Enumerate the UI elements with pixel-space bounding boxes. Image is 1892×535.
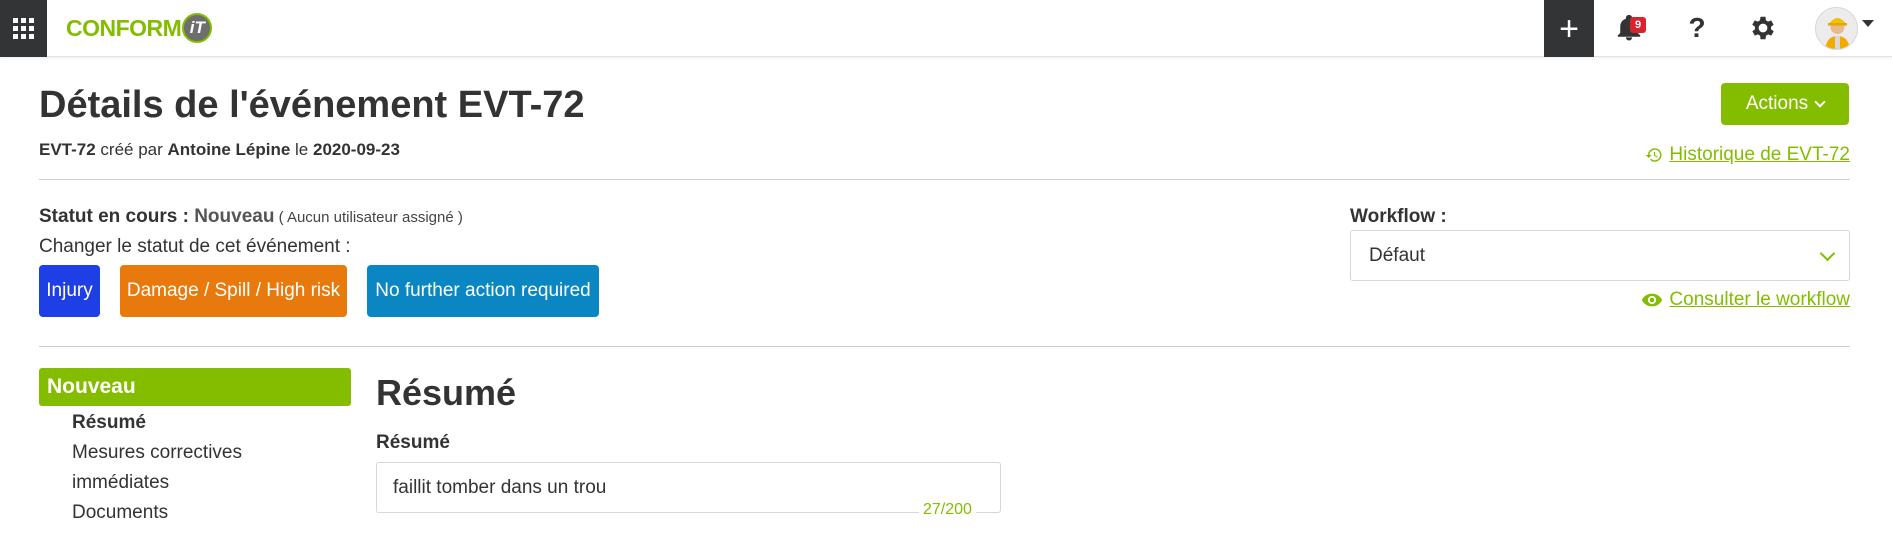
status-assignee-note: ( Aucun utilisateur assigné ) [274, 209, 463, 226]
workflow-selected-value: Défaut [1369, 244, 1425, 266]
event-meta: EVT-72 créé par Antoine Lépine le 2020-0… [39, 140, 400, 160]
summary-field-label: Résumé [376, 432, 450, 453]
help-icon[interactable]: ? [1682, 12, 1712, 44]
change-status-label: Changer le statut de cet événement : [39, 236, 351, 257]
user-menu-caret-icon[interactable] [1862, 20, 1874, 27]
nav-item-mesures-correctives-cont[interactable]: immédiates [72, 472, 169, 494]
section-title: Résumé [376, 372, 517, 413]
meta-created-by-text: créé par [95, 140, 168, 159]
view-workflow-label: Consulter le workflow [1669, 289, 1850, 310]
summary-input[interactable]: faillit tomber dans un trou [376, 462, 1001, 513]
nav-section-nouveau[interactable]: Nouveau [39, 368, 351, 406]
view-workflow-link[interactable]: Consulter le workflow [1641, 289, 1850, 311]
chevron-down-icon [1814, 96, 1826, 108]
workflow-select[interactable]: Défaut [1350, 230, 1850, 281]
summary-char-counter: 27/200 [919, 501, 976, 519]
status-button-no-further-action[interactable]: No further action required [367, 265, 599, 317]
event-author: Antoine Lépine [167, 140, 291, 159]
current-status: Statut en cours : Nouveau ( Aucun utilis… [39, 206, 463, 228]
status-value: Nouveau [194, 206, 275, 227]
event-date: 2020-09-23 [312, 140, 400, 159]
nav-item-resume[interactable]: Résumé [72, 412, 146, 434]
nav-item-mesures-correctives[interactable]: Mesures correctives [72, 442, 242, 464]
nav-item-documents[interactable]: Documents [72, 502, 168, 524]
summary-input-value: faillit tomber dans un trou [393, 476, 607, 498]
status-button-injury[interactable]: Injury [39, 265, 100, 317]
user-avatar[interactable] [1815, 7, 1858, 50]
header-divider [39, 179, 1850, 180]
status-divider [39, 346, 1850, 347]
actions-button[interactable]: Actions [1721, 83, 1849, 125]
logo-badge: iT [182, 13, 213, 43]
page-title: Détails de l'événement EVT-72 [39, 84, 585, 126]
chevron-down-icon [1819, 245, 1836, 262]
add-button[interactable]: + [1544, 0, 1594, 57]
app-logo[interactable]: CONFORM iT [66, 11, 213, 45]
apps-grid-icon [13, 18, 34, 39]
meta-on-text: le [290, 140, 313, 159]
status-button-damage-spill-high-risk[interactable]: Damage / Spill / High risk [120, 265, 347, 317]
avatar-image [1816, 8, 1857, 49]
history-icon [1646, 148, 1662, 162]
plus-icon: + [1559, 9, 1579, 48]
apps-menu-button[interactable] [0, 0, 47, 57]
top-bar: CONFORM iT + 9 ? [0, 0, 1892, 57]
gear-icon[interactable] [1748, 13, 1778, 43]
logo-text: CONFORM [66, 14, 182, 41]
workflow-label: Workflow : [1350, 206, 1447, 227]
history-link[interactable]: Historique de EVT-72 [1645, 144, 1850, 166]
notification-count-badge: 9 [1630, 17, 1646, 33]
eye-icon [1642, 293, 1663, 307]
event-id: EVT-72 [39, 140, 96, 159]
history-link-label: Historique de EVT-72 [1669, 144, 1850, 165]
actions-label: Actions [1745, 93, 1809, 114]
status-label: Statut en cours : [39, 206, 195, 227]
